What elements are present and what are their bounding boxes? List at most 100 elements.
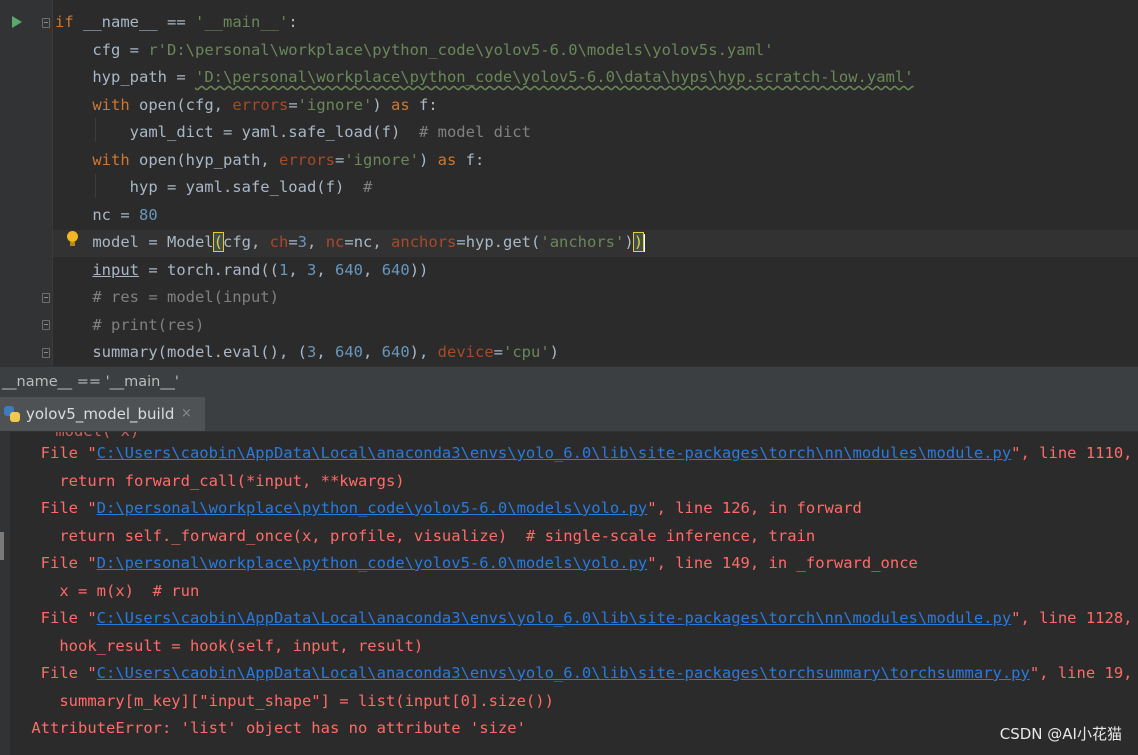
code-token: =hyp.get( xyxy=(456,233,541,251)
console-text: ", line 149, in _forward_once xyxy=(647,554,918,572)
code-token: f: xyxy=(409,95,438,114)
code-token: 640 xyxy=(335,260,364,279)
python-icon xyxy=(4,406,20,422)
code-token: , xyxy=(363,260,382,279)
console-text: hook_result = hook(self, input, result) xyxy=(22,636,424,655)
code-token: errors xyxy=(232,95,289,114)
console-line: hook_result = hook(self, input, result) xyxy=(22,633,423,660)
code-token: : xyxy=(288,13,298,31)
file-path-link[interactable]: D:\personal\workplace\python_code\yolov5… xyxy=(97,554,648,572)
code-token: __name__ == xyxy=(73,13,195,31)
fold-icon[interactable] xyxy=(42,348,50,358)
code-token: = xyxy=(288,95,298,114)
code-token: 1 xyxy=(278,260,289,279)
code-token: , xyxy=(316,260,336,279)
console-text: summary[m_key]["input_shape"] = list(inp… xyxy=(22,691,554,710)
run-tab-label: yolov5_model_build xyxy=(26,405,175,423)
code-token: f: xyxy=(456,150,485,169)
code-token: = xyxy=(334,150,345,169)
code-token: r'D:\personal\workplace\python_code\yolo… xyxy=(148,40,774,59)
code-token: open(cfg, xyxy=(139,95,233,114)
code-token: ), xyxy=(409,343,438,361)
code-token: 'ignore' xyxy=(344,150,419,169)
fold-icon[interactable] xyxy=(42,293,50,303)
code-line: with open(hyp_path, errors='ignore') as … xyxy=(55,147,484,174)
code-token: 3 xyxy=(306,343,317,361)
console-line: File "D:\personal\workplace\python_code\… xyxy=(22,495,862,522)
run-console-output[interactable]: model(*x) File "C:\Users\caobin\AppData\… xyxy=(0,432,1138,755)
code-line: hyp = yaml.safe_load(f) # xyxy=(55,174,373,201)
code-line: model = Model(cfg, ch=3, nc=nc, anchors=… xyxy=(55,229,646,256)
code-token: errors xyxy=(278,150,335,169)
code-editor[interactable]: if __name__ == '__main__': cfg = r'D:\pe… xyxy=(0,0,1138,366)
fold-icon[interactable] xyxy=(42,320,50,330)
console-text: return self._forward_once(x, profile, vi… xyxy=(22,526,816,545)
console-line: summary[m_key]["input_shape"] = list(inp… xyxy=(22,688,554,715)
run-tab[interactable]: yolov5_model_build × xyxy=(0,397,205,431)
console-text: x = m(x) # run xyxy=(22,581,200,600)
run-tool-window-tabs: yolov5_model_build × xyxy=(0,397,1138,432)
console-text: File " xyxy=(22,554,97,572)
code-token: , xyxy=(316,343,335,361)
console-text: File " xyxy=(22,664,97,682)
console-text: ", line 19, in hook xyxy=(1029,664,1133,682)
code-token: ) xyxy=(549,343,560,361)
code-token: 3 xyxy=(297,233,308,251)
file-path-link[interactable]: C:\Users\caobin\AppData\Local\anaconda3\… xyxy=(97,664,1030,682)
console-text: File " xyxy=(22,499,97,517)
code-token: = torch.rand(( xyxy=(139,260,279,279)
code-token: input xyxy=(92,260,139,279)
code-token: with xyxy=(55,150,139,169)
code-token: cfg = xyxy=(55,40,149,59)
code-token: 'cpu' xyxy=(503,343,550,361)
code-token: 'D:\personal\workplace\python_code\yolov… xyxy=(194,68,914,86)
code-token: model = Model xyxy=(55,233,214,251)
code-token: 3 xyxy=(307,260,317,279)
code-token: ) xyxy=(372,95,391,114)
console-text: File " xyxy=(22,444,97,462)
code-token: ) xyxy=(624,233,634,251)
code-token: summary(model.eval(), ( xyxy=(55,343,307,361)
text-caret xyxy=(643,233,646,252)
code-token: # res = model(input) xyxy=(55,288,279,306)
code-token: 'anchors' xyxy=(540,233,625,251)
console-text: ", line 1128, in _call_impl xyxy=(1011,609,1133,627)
code-token: 'ignore' xyxy=(297,95,373,114)
code-line: if __name__ == '__main__': xyxy=(55,9,298,36)
code-token: # model dict xyxy=(418,123,531,141)
fold-icon[interactable] xyxy=(42,18,50,28)
code-token: = xyxy=(493,343,503,361)
breadcrumb[interactable]: __name__ == '__main__' xyxy=(0,366,1138,397)
code-token: '__main__' xyxy=(195,13,289,31)
code-line: cfg = r'D:\personal\workplace\python_cod… xyxy=(55,37,774,64)
file-path-link[interactable]: D:\personal\workplace\python_code\yolov5… xyxy=(97,499,648,517)
code-token: = xyxy=(288,233,298,251)
console-line: x = m(x) # run xyxy=(22,578,199,605)
close-icon[interactable]: × xyxy=(181,397,192,431)
ide-window: if __name__ == '__main__': cfg = r'D:\pe… xyxy=(0,0,1138,755)
code-line: hyp_path = 'D:\personal\workplace\python… xyxy=(55,64,914,91)
code-token: nc = xyxy=(55,205,139,224)
console-line: File "D:\personal\workplace\python_code\… xyxy=(22,550,918,577)
code-token: if xyxy=(55,13,74,31)
code-token: anchors xyxy=(391,233,457,251)
watermark: CSDN @AI小花猫 xyxy=(999,725,1122,743)
code-token: yaml_dict = yaml.safe_load(f) xyxy=(55,123,419,141)
file-path-link[interactable]: C:\Users\caobin\AppData\Local\anaconda3\… xyxy=(97,609,1012,627)
code-token: 640 xyxy=(381,343,410,361)
file-path-link[interactable]: C:\Users\caobin\AppData\Local\anaconda3\… xyxy=(97,444,1012,462)
code-token: , xyxy=(307,233,326,251)
breadcrumb-item[interactable]: __name__ == '__main__' xyxy=(2,367,179,397)
console-line: return self._forward_once(x, profile, vi… xyxy=(22,523,815,550)
code-line: # res = model(input) xyxy=(55,284,279,311)
code-token: device xyxy=(437,343,494,361)
code-token: =nc, xyxy=(344,233,392,251)
code-token: )) xyxy=(409,260,429,279)
console-line: AttributeError: 'list' object has no att… xyxy=(22,715,526,742)
code-token: ( xyxy=(212,232,225,252)
code-token: , xyxy=(362,343,382,361)
run-gutter-icon[interactable] xyxy=(12,16,22,28)
code-line: yaml_dict = yaml.safe_load(f) # model di… xyxy=(55,119,531,146)
code-token: # print(res) xyxy=(55,315,205,334)
